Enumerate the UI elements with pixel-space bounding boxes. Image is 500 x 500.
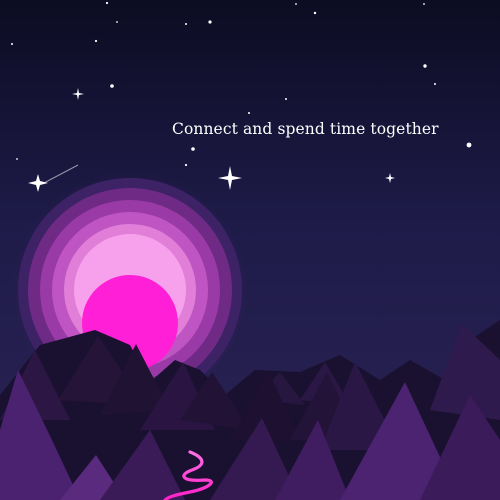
scene-illustration [0, 0, 500, 500]
star [191, 147, 195, 151]
star [466, 142, 472, 148]
star [248, 112, 250, 114]
star [105, 1, 109, 5]
star [423, 3, 425, 5]
star [116, 21, 118, 23]
star [423, 64, 427, 68]
star [285, 98, 287, 100]
star [208, 20, 212, 24]
star [184, 163, 188, 167]
star [11, 43, 13, 45]
star [185, 23, 187, 25]
star [295, 3, 297, 5]
star [94, 39, 98, 43]
star [313, 11, 317, 15]
star [110, 84, 114, 88]
star [16, 158, 18, 160]
night-scene: Connect and spend time together [0, 0, 500, 500]
caption-text: Connect and spend time together [172, 120, 439, 138]
star [434, 83, 436, 85]
